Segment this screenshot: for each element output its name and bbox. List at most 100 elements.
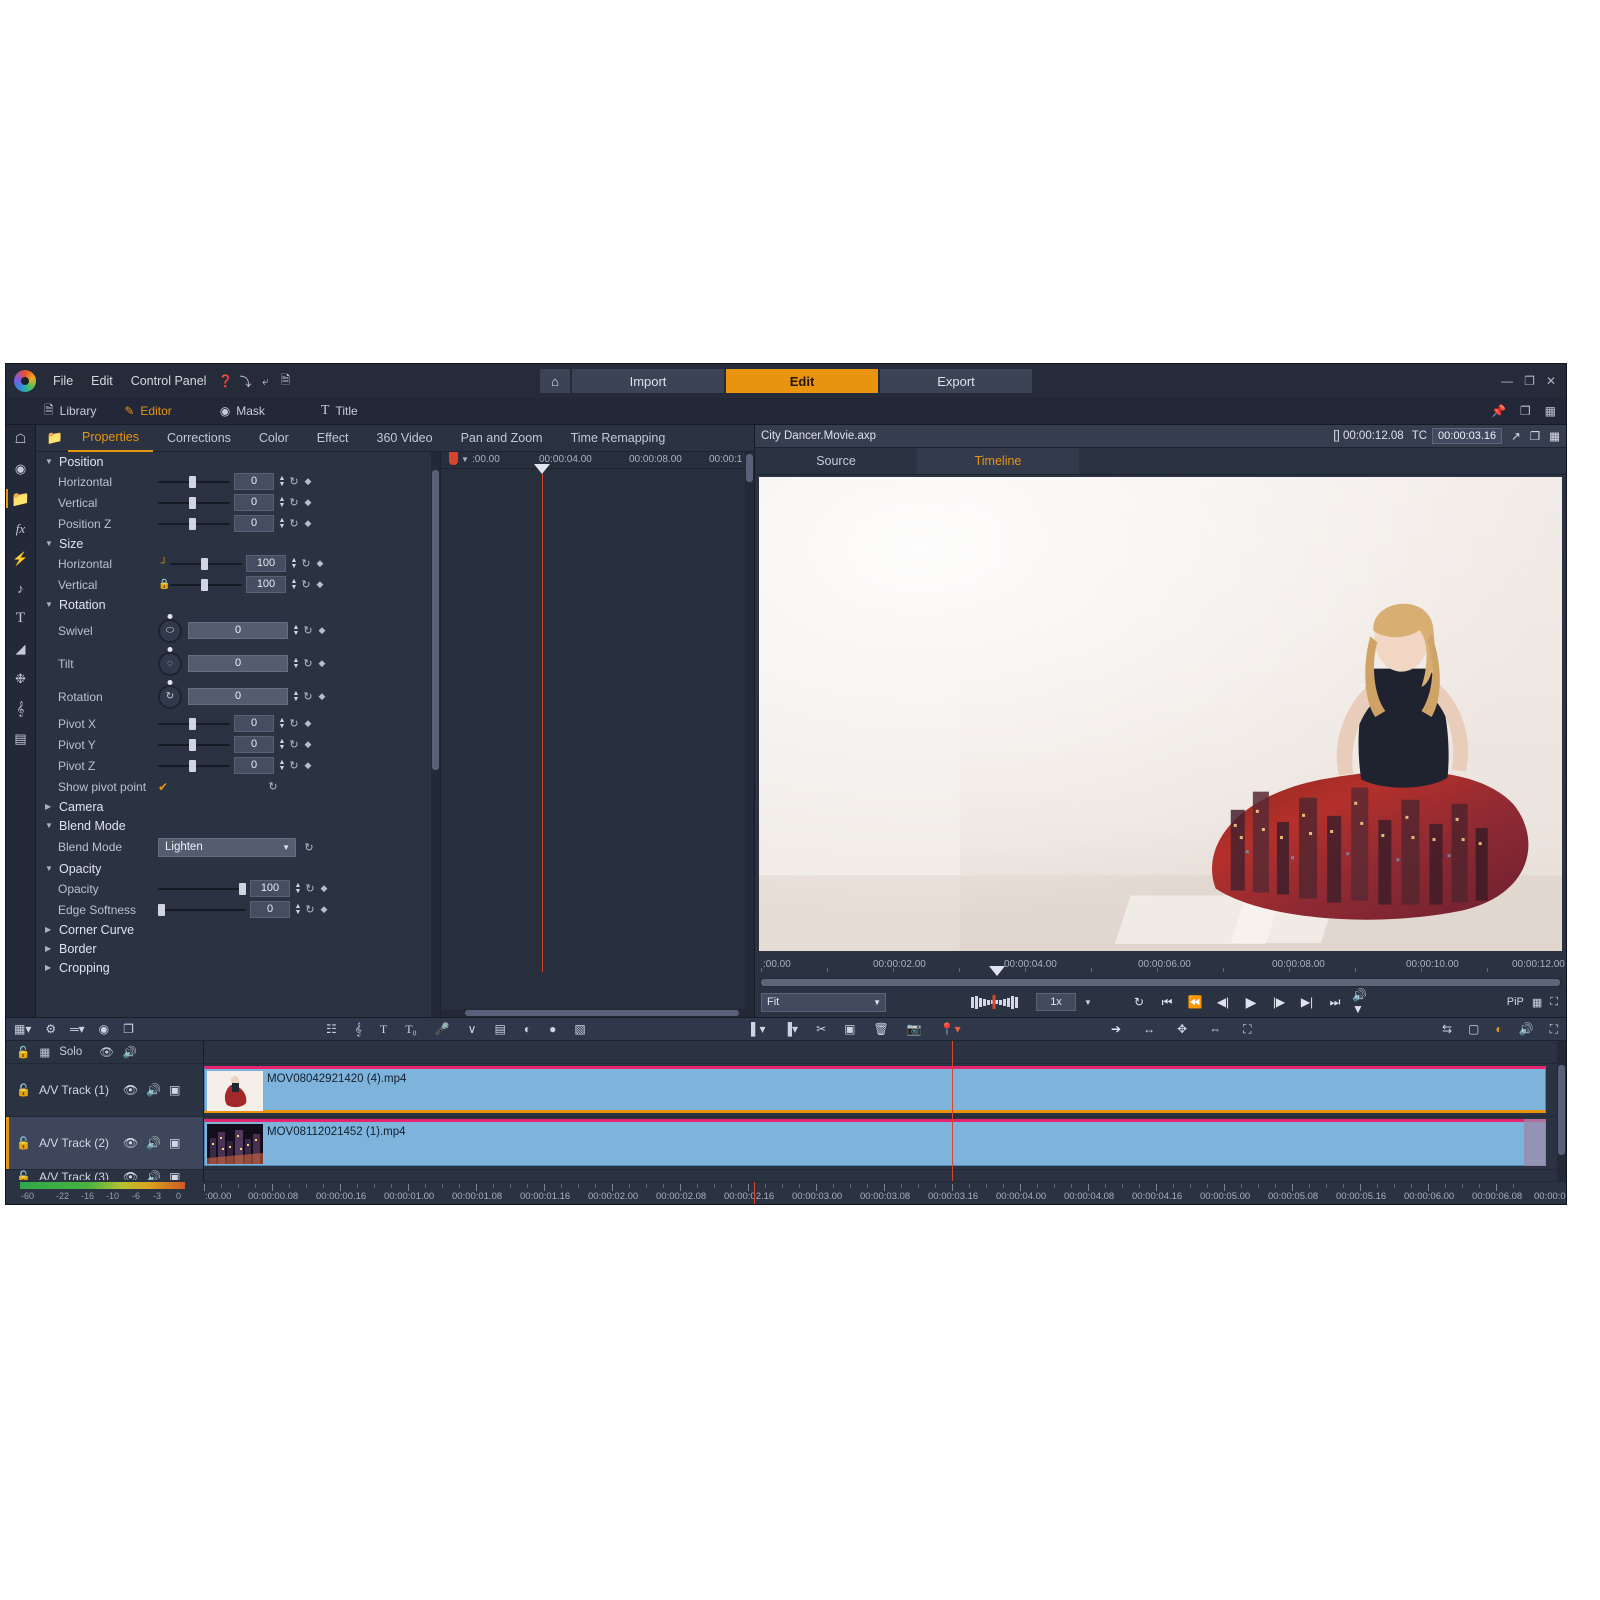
reset-rotation-icon[interactable]: ↻ — [301, 690, 315, 703]
stepper-swivel[interactable]: ▲ ▼ — [291, 624, 301, 637]
slider-size-horizontal[interactable] — [170, 557, 242, 570]
popout-icon[interactable]: ↗ — [1511, 429, 1521, 443]
step-back-icon[interactable]: ◀| — [1212, 991, 1234, 1013]
menu-control-panel[interactable]: Control Panel — [122, 374, 216, 388]
title-icon[interactable]: T — [380, 1022, 387, 1037]
keyframe-track-icon[interactable]: ▣ — [169, 1083, 180, 1097]
input-tilt[interactable]: 0 — [188, 655, 288, 672]
tab-timeline[interactable]: Timeline — [917, 448, 1079, 474]
keyframe-opacity-icon[interactable]: ◆ — [317, 883, 331, 894]
clip-fade-region[interactable] — [1524, 1119, 1546, 1166]
marker-icon[interactable]: 📍▾ — [940, 1022, 961, 1036]
motion-icon[interactable]: ◢ — [10, 639, 32, 658]
ptab-effect[interactable]: Effect — [303, 425, 363, 451]
preview-scrollbar[interactable] — [759, 978, 1562, 987]
pin-icon[interactable]: 📌 — [1491, 404, 1506, 418]
record-icon[interactable]: ◉ — [99, 1022, 109, 1036]
slider-edge-softness[interactable] — [158, 903, 246, 916]
slip-tool-icon[interactable]: ✥ — [1177, 1022, 1187, 1036]
home-button[interactable]: ⌂ — [540, 369, 570, 393]
duplicate-icon[interactable]: ❐ — [1520, 404, 1531, 418]
edit-button[interactable]: Edit — [726, 369, 878, 393]
lock-icon[interactable]: 🔓 — [16, 1083, 31, 1097]
timeline-vscrollbar[interactable] — [1557, 1041, 1566, 1181]
timeline-row-1[interactable]: MOV08042921420 (4).mp4 — [204, 1064, 1566, 1117]
reset-position-horizontal-icon[interactable]: ↻ — [287, 475, 301, 488]
input-opacity[interactable]: 100 — [250, 880, 290, 897]
keyframe-size-horizontal-icon[interactable]: ◆ — [313, 558, 327, 569]
sync-icon[interactable]: ⇆ — [1442, 1022, 1452, 1036]
chroma-icon[interactable]: ▧ — [574, 1022, 585, 1036]
play-icon[interactable]: ▶ — [1240, 991, 1262, 1013]
stepper-pivot-z[interactable]: ▲ ▼ — [277, 759, 287, 772]
speed-select[interactable]: 1x — [1036, 993, 1076, 1011]
volume-icon[interactable]: 🔊▼ — [1352, 988, 1374, 1016]
keyframe-pivot-x-icon[interactable]: ◆ — [301, 718, 315, 729]
reset-tilt-icon[interactable]: ↻ — [301, 657, 315, 670]
curve-icon[interactable]: ∨ — [468, 1022, 477, 1036]
track-header-2[interactable]: 🔓 A/V Track (2) 👁 🔊 ▣ — [6, 1117, 203, 1170]
group-size[interactable]: ▼ Size — [36, 534, 440, 553]
ptab-properties[interactable]: Properties — [68, 424, 153, 452]
multicam-icon[interactable]: ▤ — [494, 1022, 505, 1036]
slider-position-vertical[interactable] — [158, 496, 230, 509]
subtitle-icon[interactable]: T₀ — [405, 1022, 417, 1037]
help-icon[interactable]: ❓ — [215, 374, 235, 388]
keyframe-size-vertical-icon[interactable]: ◆ — [313, 579, 327, 590]
preview-icon[interactable]: ▢ — [1468, 1022, 1479, 1036]
speaker-icon[interactable]: 🔊 — [146, 1083, 161, 1097]
tab-mask[interactable]: ◉ Mask — [206, 398, 279, 424]
speaker-icon[interactable]: 🔊 — [123, 1045, 137, 1059]
keyframe-playhead-marker[interactable] — [534, 464, 550, 474]
ptab-360-video[interactable]: 360 Video — [363, 425, 447, 451]
slider-pivot-x[interactable] — [158, 717, 230, 730]
keyframe-track-icon[interactable]: ▣ — [169, 1136, 180, 1150]
stepper-size-horizontal[interactable]: ▲ ▼ — [289, 557, 299, 570]
keyframe-vscrollbar[interactable] — [745, 452, 754, 1017]
ptab-color[interactable]: Color — [245, 425, 303, 451]
maximize-button[interactable]: ❐ — [1524, 374, 1535, 388]
input-position-z[interactable]: 0 — [234, 515, 274, 532]
swivel-dial-icon[interactable]: ⬭ — [158, 613, 182, 643]
reset-pivot-z-icon[interactable]: ↻ — [287, 759, 301, 772]
ptab-corrections[interactable]: Corrections — [153, 425, 245, 451]
stepper-rotation[interactable]: ▲ ▼ — [291, 690, 301, 703]
reset-position-vertical-icon[interactable]: ↻ — [287, 496, 301, 509]
transition-icon[interactable]: ● — [549, 1022, 556, 1036]
effects-stack-icon[interactable]: ☖ — [10, 429, 32, 448]
ripple-icon[interactable]: ═▾ — [70, 1022, 85, 1036]
input-position-vertical[interactable]: 0 — [234, 494, 274, 511]
stepper-position-vertical[interactable]: ▲ ▼ — [277, 496, 287, 509]
preview-ruler[interactable]: :00.00 00:00:02.00 00:00:04.00 00:00:06.… — [755, 954, 1566, 978]
stepper-position-horizontal[interactable]: ▲ ▼ — [277, 475, 287, 488]
duplicate-window-icon[interactable]: ❐ — [1530, 429, 1540, 443]
minimize-button[interactable]: — — [1501, 374, 1513, 388]
group-rotation[interactable]: ▼ Rotation — [36, 595, 440, 614]
track-manager-icon[interactable]: ▦▾ — [14, 1022, 31, 1036]
ptab-pan-and-zoom[interactable]: Pan and Zoom — [447, 425, 557, 451]
group-camera[interactable]: ▶ Camera — [36, 797, 440, 816]
tc-value-input[interactable]: 00:00:03.16 — [1432, 428, 1503, 444]
mark-out-icon[interactable]: ▐▾ — [784, 1022, 799, 1036]
timeline-row-2[interactable]: MOV08112021452 (1).mp4 — [204, 1117, 1566, 1170]
group-blend-mode[interactable]: ▼ Blend Mode — [36, 816, 440, 835]
reset-size-vertical-icon[interactable]: ↻ — [299, 578, 313, 591]
color-icon[interactable]: ◐ — [1495, 1022, 1502, 1036]
reset-size-horizontal-icon[interactable]: ↻ — [299, 557, 313, 570]
ptab-time-remapping[interactable]: Time Remapping — [557, 425, 680, 451]
keyframe-pivot-z-icon[interactable]: ◆ — [301, 760, 315, 771]
input-edge-softness[interactable]: 0 — [250, 901, 290, 918]
keyframe-position-vertical-icon[interactable]: ◆ — [301, 497, 315, 508]
note-icon[interactable]: 🗎 — [275, 371, 295, 392]
settings-icon[interactable]: ⚙ — [45, 1022, 56, 1036]
shuttle-slider[interactable] — [958, 994, 1030, 1010]
prev-frame-icon[interactable]: ⏪ — [1184, 991, 1206, 1013]
music-icon[interactable]: 𝄞 — [355, 1022, 362, 1037]
solo-label[interactable]: Solo — [59, 1046, 82, 1058]
keyframe-tilt-icon[interactable]: ◆ — [315, 658, 329, 669]
snapshot-icon[interactable]: ❐ — [123, 1022, 134, 1036]
slider-position-z[interactable] — [158, 517, 230, 530]
speaker-icon[interactable]: 🔊 — [146, 1136, 161, 1150]
group-position[interactable]: ▼ Position — [36, 452, 440, 471]
stepper-position-z[interactable]: ▲ ▼ — [277, 517, 287, 530]
